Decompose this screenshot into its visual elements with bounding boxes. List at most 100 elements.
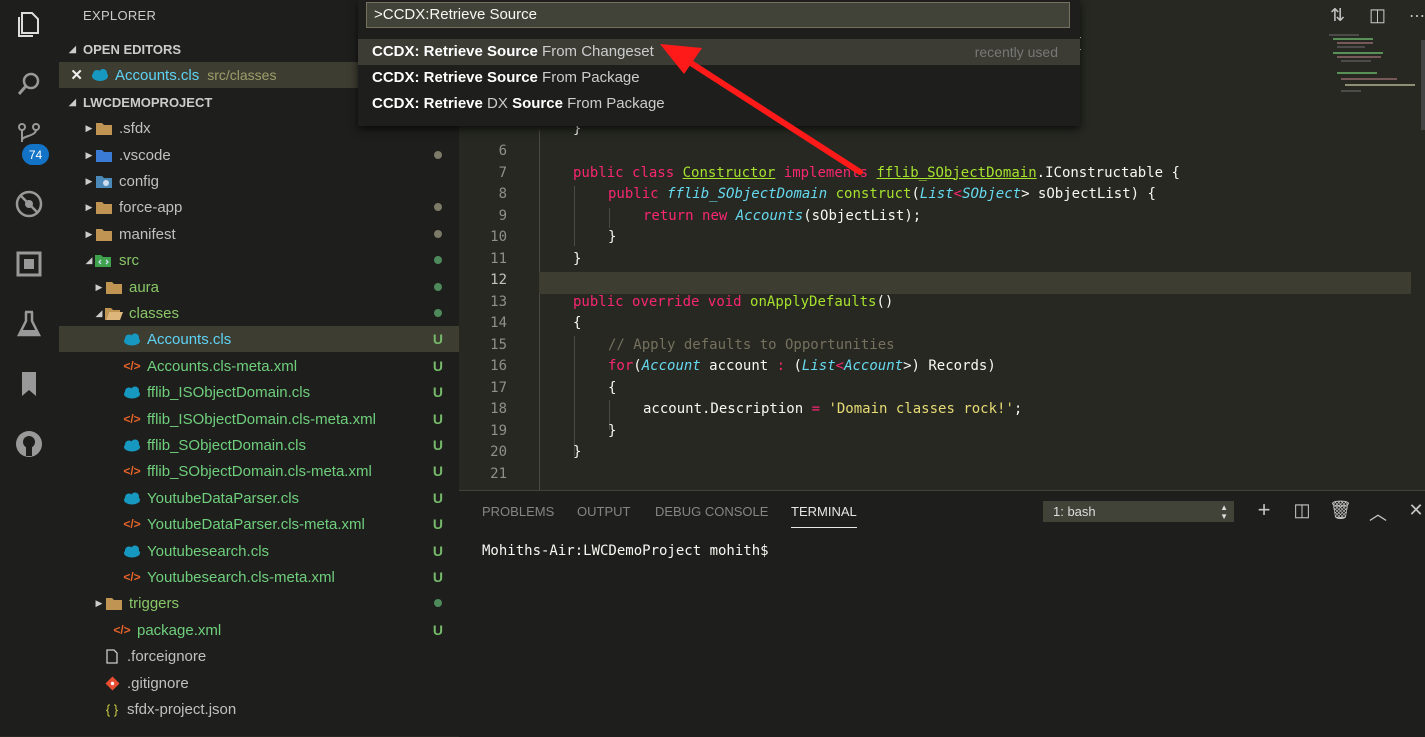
- line-number: 17: [490, 379, 507, 396]
- chevron-right-icon[interactable]: ▶: [83, 176, 95, 187]
- chevron-right-icon[interactable]: ▶: [83, 202, 95, 213]
- code-line[interactable]: 8 public fflib_SObjectDomain construct(Li…: [459, 186, 1425, 208]
- code-line[interactable]: 14 {: [459, 315, 1425, 337]
- untracked-status: U: [432, 516, 443, 532]
- tree-item-label: manifest: [119, 225, 176, 243]
- code-line[interactable]: 13 public override void onApplyDefaults(): [459, 294, 1425, 316]
- tree-item-label: .gitignore: [127, 674, 189, 692]
- tree-item[interactable]: YoutubeDataParser.cls U: [59, 485, 459, 511]
- code-line[interactable]: 6: [459, 143, 1425, 165]
- code-content: }: [573, 250, 582, 267]
- debug-icon[interactable]: [9, 184, 49, 224]
- tree-item[interactable]: ◢ src: [59, 247, 459, 273]
- github-icon[interactable]: [9, 424, 49, 464]
- tree-item[interactable]: </> YoutubeDataParser.cls-meta.xml U: [59, 511, 459, 537]
- tree-item[interactable]: ▶ .vscode: [59, 142, 459, 168]
- chevron-right-icon[interactable]: ▶: [93, 598, 105, 609]
- tree-item[interactable]: </> package.xml U: [59, 617, 459, 643]
- minimap[interactable]: [1329, 32, 1419, 102]
- plus-icon[interactable]: +: [1253, 497, 1275, 523]
- untracked-status: U: [432, 490, 443, 506]
- change-dot: [434, 309, 442, 317]
- tab-output[interactable]: OUTPUT: [577, 504, 630, 519]
- extensions-icon[interactable]: [9, 244, 49, 284]
- chevron-right-icon[interactable]: ▶: [83, 229, 95, 240]
- tree-item[interactable]: ▶ triggers: [59, 590, 459, 616]
- code-line[interactable]: 15 // Apply defaults to Opportunities: [459, 337, 1425, 359]
- folder-icon: [95, 199, 113, 215]
- code-line[interactable]: 12: [459, 272, 1425, 294]
- bookmark-icon[interactable]: [9, 364, 49, 404]
- tree-item[interactable]: ▶ force-app: [59, 194, 459, 220]
- tree-item[interactable]: ◢ classes: [59, 300, 459, 326]
- tree-item[interactable]: fflib_ISObjectDomain.cls U: [59, 379, 459, 405]
- change-dot: [434, 283, 442, 291]
- tree-item-label: Youtubesearch.cls-meta.xml: [147, 568, 335, 586]
- tab-problems[interactable]: PROBLEMS: [482, 504, 554, 519]
- code-token: void: [707, 293, 742, 310]
- trash-icon[interactable]: 🗑: [1329, 500, 1352, 521]
- tree-item-label: Accounts.cls: [147, 330, 232, 348]
- code-line[interactable]: 19}: [459, 423, 1425, 445]
- code-content: }: [573, 444, 582, 460]
- chevron-right-icon[interactable]: ▶: [83, 150, 95, 161]
- chevron-down-icon[interactable]: ◢: [83, 255, 95, 266]
- code-line[interactable]: 11}: [459, 251, 1425, 273]
- chevron-up-icon[interactable]: ︿: [1367, 500, 1389, 526]
- tree-item[interactable]: .gitignore: [59, 670, 459, 696]
- tree-item[interactable]: </> Accounts.cls-meta.xml U: [59, 353, 459, 379]
- line-number: 11: [490, 250, 507, 267]
- tree-item[interactable]: .forceignore: [59, 643, 459, 669]
- search-icon[interactable]: [9, 64, 49, 104]
- command-mid: DX: [482, 95, 513, 112]
- test-icon[interactable]: [9, 304, 49, 344]
- line-number: 20: [490, 444, 507, 460]
- vscode-folder-icon: [95, 147, 113, 163]
- scrollbar[interactable]: [1421, 40, 1425, 130]
- chevron-down-icon[interactable]: ◢: [93, 308, 105, 319]
- tree-item[interactable]: ▶ manifest: [59, 221, 459, 247]
- tree-item[interactable]: Accounts.cls U: [59, 326, 459, 352]
- terminal-select[interactable]: 1: bash ▲ ▼: [1043, 501, 1234, 522]
- tree-item[interactable]: { } sfdx-project.json: [59, 696, 459, 722]
- tree-item[interactable]: ▶ config: [59, 168, 459, 194]
- line-number: 13: [490, 293, 507, 310]
- tree-item-label: Accounts.cls-meta.xml: [147, 357, 298, 375]
- line-number: 9: [498, 207, 507, 224]
- tree-item[interactable]: </> fflib_SObjectDomain.cls-meta.xml U: [59, 458, 459, 484]
- code-line[interactable]: 16 for(Account account : (List<Account>) …: [459, 358, 1425, 380]
- folder-icon: [95, 226, 113, 242]
- close-icon[interactable]: ✕: [59, 66, 83, 84]
- tree-item[interactable]: Youtubesearch.cls U: [59, 538, 459, 564]
- code-line[interactable]: 18 account.Description = 'Domain classes …: [459, 401, 1425, 423]
- tree-item-label: YoutubeDataParser.cls: [147, 489, 300, 507]
- chevron-right-icon[interactable]: ▶: [83, 123, 95, 134]
- tab-terminal[interactable]: TERMINAL: [791, 504, 857, 528]
- tree-item[interactable]: </> fflib_ISObjectDomain.cls-meta.xml U: [59, 406, 459, 432]
- tree-item[interactable]: fflib_SObjectDomain.cls U: [59, 432, 459, 458]
- tree-item[interactable]: ▶ aura: [59, 274, 459, 300]
- code-line[interactable]: 7 public class Constructor implements ffl…: [459, 165, 1425, 187]
- chevron-right-icon[interactable]: ▶: [93, 282, 105, 293]
- split-terminal-icon[interactable]: ◫: [1291, 500, 1313, 521]
- split-editor-icon[interactable]: ◫: [1369, 5, 1386, 26]
- terminal-prompt[interactable]: Mohiths-Air:LWCDemoProject mohith$: [482, 543, 769, 559]
- xml-file-icon: </>: [123, 359, 141, 373]
- code-line[interactable]: 9 return new Accounts(sObjectList);: [459, 208, 1425, 230]
- xml-file-icon: </>: [123, 570, 141, 584]
- close-icon[interactable]: ✕: [1405, 500, 1425, 521]
- code-line[interactable]: 21: [459, 466, 1425, 488]
- bottom-panel: PROBLEMS OUTPUT DEBUG CONSOLE TERMINAL 1…: [459, 490, 1425, 737]
- tree-item[interactable]: </> Youtubesearch.cls-meta.xml U: [59, 564, 459, 590]
- code-line[interactable]: 20}: [459, 444, 1425, 466]
- more-actions-icon[interactable]: ⋯: [1409, 6, 1425, 26]
- tree-item-label: .sfdx: [119, 119, 151, 137]
- code-line[interactable]: 17 {: [459, 380, 1425, 402]
- compare-changes-icon[interactable]: ⇅: [1330, 5, 1345, 26]
- tab-debug-console[interactable]: DEBUG CONSOLE: [655, 504, 768, 519]
- chevron-down-icon: ◢: [69, 96, 76, 107]
- command-input[interactable]: >CCDX:Retrieve Source: [366, 2, 1070, 28]
- code-line[interactable]: 10}: [459, 229, 1425, 251]
- xml-file-icon: </>: [123, 517, 141, 531]
- files-icon[interactable]: [9, 4, 49, 44]
